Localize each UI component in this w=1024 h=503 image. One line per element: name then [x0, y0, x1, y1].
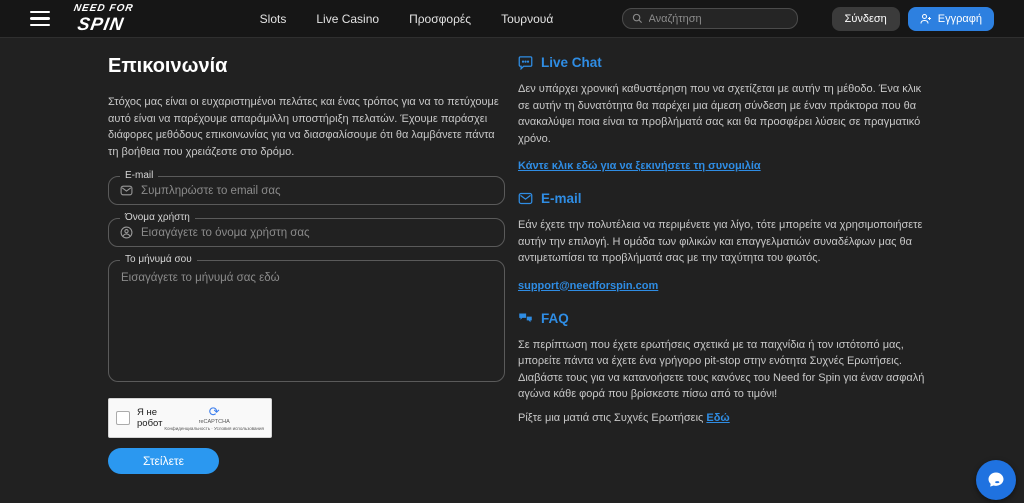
- nav-item-slots[interactable]: Slots: [260, 12, 287, 26]
- contact-form-column: Επικοινωνία Στόχος μας είναι οι ευχαριστ…: [108, 55, 505, 474]
- header: NEED FOR SPIN Slots Live Casino Προσφορέ…: [0, 0, 1024, 38]
- email-section: E-mail Εάν έχετε την πολυτέλεια να περιμ…: [518, 191, 926, 294]
- recaptcha-widget: Я не робот ⟳ reCAPTCHA Конфиденциальност…: [108, 398, 272, 438]
- live-chat-body: Δεν υπάρχει χρονική καθυστέρηση που να σ…: [518, 81, 926, 147]
- faq-section-title: FAQ: [541, 311, 569, 326]
- main-nav: Slots Live Casino Προσφορές Τουρνουά: [260, 12, 554, 26]
- live-chat-title: Live Chat: [541, 55, 602, 70]
- search-icon: [632, 13, 643, 24]
- email-icon: [518, 191, 533, 206]
- faq-section-body: Σε περίπτωση που έχετε ερωτήσεις σχετικά…: [518, 337, 926, 403]
- message-field: Το μήνυμά σου: [108, 260, 505, 382]
- user-plus-icon: [920, 13, 932, 25]
- email-section-body: Εάν έχετε την πολυτέλεια να περιμένετε γ…: [518, 217, 926, 267]
- email-field: E-mail: [108, 176, 505, 205]
- email-section-title: E-mail: [541, 191, 582, 206]
- contact-page: Επικοινωνία Στόχος μας είναι οι ευχαριστ…: [0, 38, 1024, 474]
- message-textarea[interactable]: [121, 270, 492, 372]
- faq-section: FAQ Σε περίπτωση που έχετε ερωτήσεις σχε…: [518, 311, 926, 424]
- search-input[interactable]: [649, 13, 788, 25]
- faq-cta-text: Ρίξτε μια ματιά στις Συχνές Ερωτήσεις: [518, 412, 706, 424]
- live-chat-link[interactable]: Κάντε κλικ εδώ για να ξεκινήσετε τη συνο…: [518, 160, 761, 172]
- username-field: Όνομα χρήστη: [108, 218, 505, 247]
- nav-item-live-casino[interactable]: Live Casino: [316, 12, 379, 26]
- logo-line1: NEED FOR: [73, 4, 134, 14]
- register-button-label: Εγγραφή: [938, 13, 982, 25]
- register-button[interactable]: Εγγραφή: [908, 7, 994, 31]
- user-circle-icon: [120, 226, 133, 239]
- logo[interactable]: NEED FOR SPIN: [69, 4, 134, 33]
- contact-methods-column: Live Chat Δεν υπάρχει χρονική καθυστέρησ…: [518, 55, 926, 474]
- recaptcha-logo-icon: ⟳: [209, 405, 220, 418]
- page-title: Επικοινωνία: [108, 55, 505, 78]
- nav-item-tournaments[interactable]: Τουρνουά: [501, 12, 553, 26]
- submit-button[interactable]: Στείλετε: [108, 448, 219, 474]
- email-input[interactable]: [141, 185, 493, 197]
- live-chat-section: Live Chat Δεν υπάρχει χρονική καθυστέρησ…: [518, 55, 926, 174]
- envelope-icon: [120, 184, 133, 197]
- username-input[interactable]: [141, 227, 493, 239]
- logo-line2: SPIN: [76, 15, 125, 33]
- recaptcha-legal-links[interactable]: Конфиденциальность · Условия использован…: [164, 426, 264, 431]
- hamburger-menu-icon[interactable]: [30, 11, 50, 27]
- message-field-label: Το μήνυμά σου: [120, 254, 197, 265]
- chat-widget-button[interactable]: [976, 460, 1016, 500]
- intro-paragraph: Στόχος μας είναι οι ευχαριστημένοι πελάτ…: [108, 94, 505, 160]
- live-chat-icon: [518, 55, 533, 70]
- email-field-label: E-mail: [120, 170, 158, 181]
- nav-item-promotions[interactable]: Προσφορές: [409, 12, 471, 26]
- chat-bubble-icon: [986, 470, 1006, 490]
- support-email-link[interactable]: support@needforspin.com: [518, 280, 658, 292]
- recaptcha-label: Я не робот: [137, 407, 164, 429]
- recaptcha-brand: ⟳ reCAPTCHA Конфиденциальность · Условия…: [164, 405, 264, 430]
- search-bar[interactable]: [622, 8, 798, 29]
- login-button[interactable]: Σύνδεση: [832, 7, 900, 31]
- faq-link[interactable]: Εδώ: [706, 412, 729, 424]
- username-field-label: Όνομα χρήστη: [120, 212, 195, 223]
- faq-icon: [518, 311, 533, 326]
- recaptcha-checkbox[interactable]: [116, 411, 130, 425]
